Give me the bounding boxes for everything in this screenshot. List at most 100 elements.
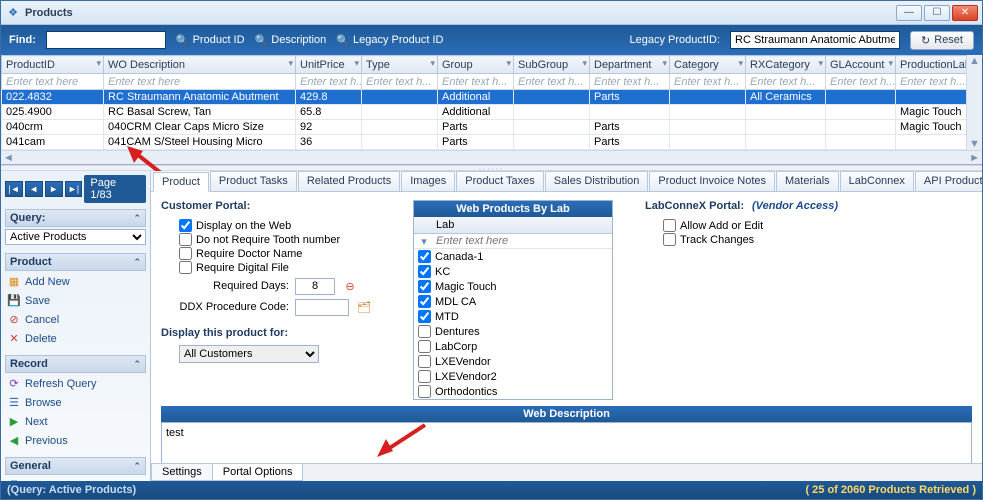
filter-input[interactable]: Enter text h... xyxy=(362,74,438,90)
col-rxcategory[interactable]: RXCategory▾ xyxy=(746,56,826,74)
chk-allow-add-edit[interactable]: Allow Add or Edit xyxy=(663,219,838,232)
lab-checkbox[interactable] xyxy=(418,370,431,383)
lab-checkbox[interactable] xyxy=(418,265,431,278)
lab-checkbox[interactable] xyxy=(418,340,431,353)
lab-checkbox[interactable] xyxy=(418,250,431,263)
col-productid[interactable]: ProductID▾ xyxy=(2,56,104,74)
filter-input[interactable]: Enter text here xyxy=(2,74,104,90)
nav-add-new[interactable]: ▦Add New xyxy=(5,273,146,290)
minimize-button[interactable]: — xyxy=(896,5,922,21)
lab-checkbox[interactable] xyxy=(418,310,431,323)
lab-row[interactable]: Orthodontics xyxy=(414,384,612,399)
filter-icon[interactable]: ▾ xyxy=(354,58,359,69)
filter-input[interactable]: Enter text h... xyxy=(746,74,826,90)
nav-next[interactable]: ▶Next xyxy=(5,413,146,430)
tab-images[interactable]: Images xyxy=(401,171,455,191)
filter-icon[interactable]: ▾ xyxy=(506,58,511,69)
chk-require-file[interactable]: Require Digital File xyxy=(179,261,391,274)
web-description-text[interactable]: test xyxy=(161,422,972,463)
nav-previous[interactable]: ◀Previous xyxy=(5,432,146,449)
maximize-button[interactable]: ☐ xyxy=(924,5,950,21)
filter-input[interactable]: Enter text h... xyxy=(826,74,896,90)
filter-icon[interactable]: ▾ xyxy=(288,58,293,69)
nav-delete[interactable]: ✕Delete xyxy=(5,330,146,347)
lab-filter-input[interactable] xyxy=(434,234,612,248)
col-productionlab[interactable]: ProductionLab▾ xyxy=(896,56,967,74)
find-by-description[interactable]: 🔍Description xyxy=(255,34,327,47)
query-select[interactable]: Active Products xyxy=(5,229,146,245)
display-for-select[interactable]: All Customers xyxy=(179,345,319,363)
nav-refresh-query[interactable]: ⟳Refresh Query xyxy=(5,375,146,392)
find-by-legacy[interactable]: 🔍Legacy Product ID xyxy=(336,34,443,47)
tab-materials[interactable]: Materials xyxy=(776,171,839,191)
product-section-header[interactable]: Product⌃ xyxy=(5,253,146,271)
table-row[interactable]: 041cam041CAM S/Steel Housing Micro36Part… xyxy=(2,135,967,150)
filter-icon[interactable]: ▾ xyxy=(888,58,893,69)
ddx-code-input[interactable] xyxy=(295,299,349,316)
filter-icon[interactable]: ▾ xyxy=(738,58,743,69)
filter-input[interactable]: Enter text here xyxy=(104,74,296,90)
find-input[interactable] xyxy=(46,31,166,49)
filter-input[interactable]: Enter text h... xyxy=(670,74,746,90)
filter-icon[interactable]: ▾ xyxy=(430,58,435,69)
col-glaccount[interactable]: GLAccount▾ xyxy=(826,56,896,74)
table-row[interactable]: 040crm040CRM Clear Caps Micro Size92Part… xyxy=(2,120,967,135)
legacy-productid-input[interactable] xyxy=(730,31,900,49)
filter-input[interactable]: Enter text h... xyxy=(296,74,362,90)
lab-checkbox[interactable] xyxy=(418,355,431,368)
lab-checkbox[interactable] xyxy=(418,325,431,338)
filter-input[interactable]: Enter text h... xyxy=(514,74,590,90)
filter-icon[interactable]: ▾ xyxy=(414,235,434,248)
pager-next[interactable]: ► xyxy=(45,181,63,197)
tab-product-taxes[interactable]: Product Taxes xyxy=(456,171,544,191)
chk-display-web[interactable]: Display on the Web xyxy=(179,219,391,232)
tab-product-invoice-notes[interactable]: Product Invoice Notes xyxy=(649,171,775,191)
lab-checkbox[interactable] xyxy=(418,280,431,293)
ddx-lookup-button[interactable]: 🗂 xyxy=(355,298,373,316)
lab-row[interactable]: LabCorp xyxy=(414,339,612,354)
filter-icon[interactable]: ▾ xyxy=(96,58,101,69)
reset-button[interactable]: ↻Reset xyxy=(910,31,974,50)
vendor-access-link[interactable]: (Vendor Access) xyxy=(752,200,838,212)
filter-icon[interactable]: ▾ xyxy=(818,58,823,69)
required-days-input[interactable] xyxy=(295,278,335,295)
lab-checkbox[interactable] xyxy=(418,295,431,308)
lab-row[interactable]: MDL CA xyxy=(414,294,612,309)
col-category[interactable]: Category▾ xyxy=(670,56,746,74)
filter-icon[interactable]: ▾ xyxy=(662,58,667,69)
lab-checkbox[interactable] xyxy=(418,385,431,398)
lab-row[interactable]: LXEVendor xyxy=(414,354,612,369)
lab-row[interactable]: Dentures xyxy=(414,324,612,339)
bottom-tab-settings[interactable]: Settings xyxy=(151,464,213,481)
lab-row[interactable]: MTD xyxy=(414,309,612,324)
col-type[interactable]: Type▾ xyxy=(362,56,438,74)
tab-product-tasks[interactable]: Product Tasks xyxy=(210,171,297,191)
nav-browse[interactable]: ☰Browse xyxy=(5,394,146,411)
table-row[interactable]: 022.4832RC Straumann Anatomic Abutment42… xyxy=(2,90,967,105)
find-by-productid[interactable]: 🔍Product ID xyxy=(176,34,245,47)
close-button[interactable]: ✕ xyxy=(952,5,978,21)
nav-save[interactable]: 💾Save xyxy=(5,292,146,309)
pager-prev[interactable]: ◄ xyxy=(25,181,43,197)
filter-input[interactable]: Enter text h... xyxy=(590,74,670,90)
lab-column-header[interactable]: Lab xyxy=(414,217,612,234)
clear-days-button[interactable]: ⊖ xyxy=(341,277,359,295)
grid-horizontal-scrollbar[interactable]: ◄► xyxy=(1,150,982,164)
lab-row[interactable]: LXEVendor2 xyxy=(414,369,612,384)
pager-last[interactable]: ►| xyxy=(65,181,83,197)
col-wo-description[interactable]: WO Description▾ xyxy=(104,56,296,74)
general-section-header[interactable]: General⌃ xyxy=(5,457,146,475)
tab-related-products[interactable]: Related Products xyxy=(298,171,400,191)
chk-no-tooth[interactable]: Do not Require Tooth number xyxy=(179,233,391,246)
grid-vertical-scrollbar[interactable]: ▲▼ xyxy=(966,55,982,150)
col-unitprice[interactable]: UnitPrice▾ xyxy=(296,56,362,74)
query-section-header[interactable]: Query:⌃ xyxy=(5,209,146,227)
record-section-header[interactable]: Record⌃ xyxy=(5,355,146,373)
col-subgroup[interactable]: SubGroup▾ xyxy=(514,56,590,74)
chk-track-changes[interactable]: Track Changes xyxy=(663,233,838,246)
products-grid[interactable]: ProductID▾WO Description▾UnitPrice▾Type▾… xyxy=(1,55,966,150)
chk-require-doctor[interactable]: Require Doctor Name xyxy=(179,247,391,260)
col-group[interactable]: Group▾ xyxy=(438,56,514,74)
lab-row[interactable]: Magic Touch xyxy=(414,279,612,294)
filter-input[interactable]: Enter text h... xyxy=(438,74,514,90)
